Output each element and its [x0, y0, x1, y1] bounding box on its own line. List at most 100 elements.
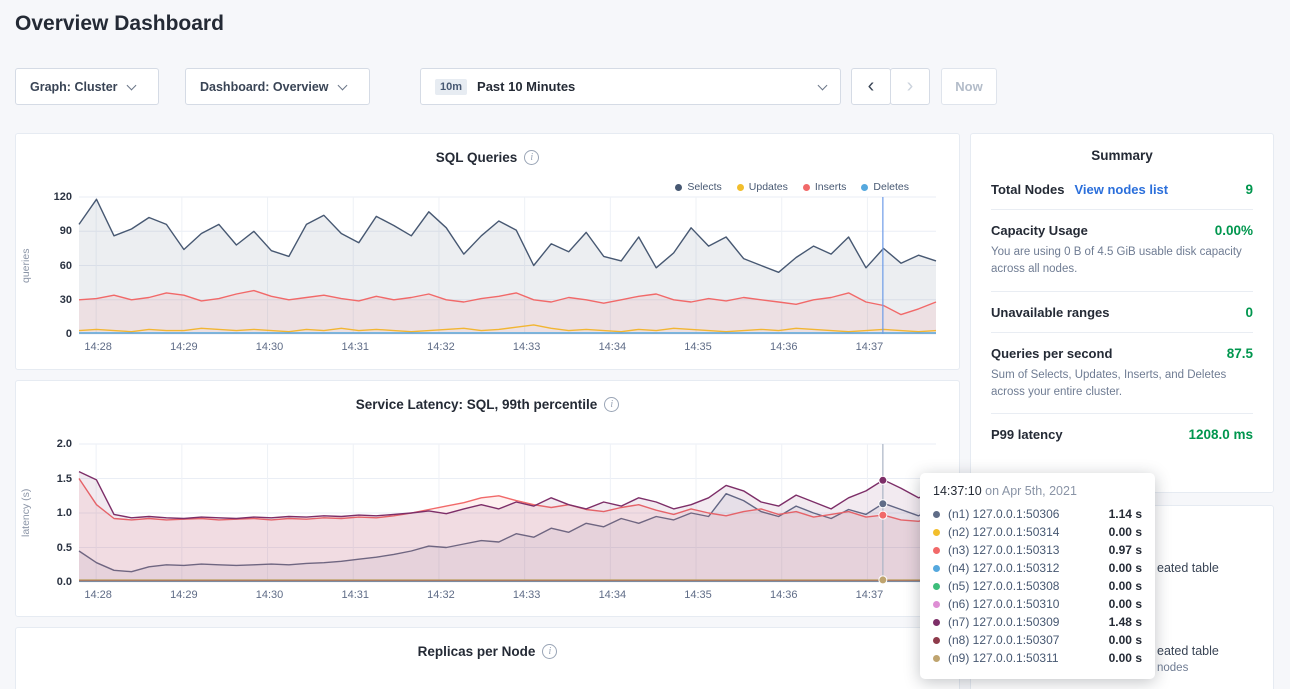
tooltip-node-value: 0.00 s: [1109, 651, 1142, 665]
tooltip-node-label: (n2) 127.0.0.1:50314: [948, 525, 1109, 539]
qps-subtext: Sum of Selects, Updates, Inserts, and De…: [991, 367, 1253, 402]
service-latency-plot[interactable]: [79, 444, 936, 582]
time-range-badge: 10m: [435, 79, 467, 95]
tooltip-node-value: 0.97 s: [1109, 543, 1142, 557]
summary-row-total-nodes: Total Nodes View nodes list 9: [991, 169, 1253, 210]
info-icon[interactable]: i: [524, 150, 539, 165]
chart-title: SQL Queries: [436, 150, 518, 165]
tooltip-node-label: (n6) 127.0.0.1:50310: [948, 597, 1109, 611]
graph-dropdown[interactable]: Graph: Cluster: [15, 68, 159, 105]
event-text-fragment: eated table: [1157, 561, 1219, 575]
tooltip-node-label: (n9) 127.0.0.1:50311: [948, 651, 1109, 665]
tooltip-node-value: 0.00 s: [1109, 561, 1142, 575]
series-dot-icon: [933, 511, 940, 518]
series-dot-icon: [933, 637, 940, 644]
x-axis-ticks: 14:2814:2914:3014:3114:3214:3314:3414:35…: [79, 589, 936, 605]
summary-row-qps: Queries per second 87.5 Sum of Selects, …: [991, 333, 1253, 415]
chart-title: Service Latency: SQL, 99th percentile: [356, 397, 598, 412]
series-dot-icon: [933, 583, 940, 590]
tooltip-row: (n1) 127.0.0.1:503061.14 s: [933, 505, 1142, 523]
qps-value: 87.5: [1227, 346, 1253, 361]
event-text-fragment: eated table: [1157, 644, 1219, 658]
tooltip-row: (n5) 127.0.0.1:503080.00 s: [933, 577, 1142, 595]
chart-title: Replicas per Node: [418, 644, 536, 659]
capacity-label: Capacity Usage: [991, 223, 1088, 238]
series-dot-icon: [933, 601, 940, 608]
tooltip-node-label: (n4) 127.0.0.1:50312: [948, 561, 1109, 575]
info-icon-glyph: i: [610, 399, 613, 410]
series-dot-icon: [933, 619, 940, 626]
replicas-per-node-chart-card: Replicas per Node i: [15, 627, 960, 689]
y-axis-ticks: 0.00.51.01.52.0: [34, 444, 72, 582]
y-axis-label: queries: [18, 197, 34, 334]
series-dot-icon: [933, 565, 940, 572]
chevron-down-icon: [337, 80, 347, 90]
tooltip-row: (n3) 127.0.0.1:503130.97 s: [933, 541, 1142, 559]
tooltip-row: (n8) 127.0.0.1:503070.00 s: [933, 631, 1142, 649]
info-icon-glyph: i: [549, 646, 552, 657]
tooltip-rows: (n1) 127.0.0.1:503061.14 s(n2) 127.0.0.1…: [933, 505, 1142, 667]
chart-header: Service Latency: SQL, 99th percentile i: [16, 397, 959, 412]
time-range-label: Past 10 Minutes: [477, 79, 575, 94]
chevron-right-icon: ›: [907, 75, 914, 98]
tooltip-node-label: (n5) 127.0.0.1:50308: [948, 579, 1109, 593]
tooltip-date-prefix: on: [985, 484, 999, 498]
tooltip-node-value: 0.00 s: [1109, 525, 1142, 539]
overview-dashboard-page: Overview Dashboard Graph: Cluster Dashbo…: [0, 0, 1290, 689]
unavailable-ranges-value: 0: [1245, 305, 1253, 320]
tooltip-row: (n9) 127.0.0.1:503110.00 s: [933, 649, 1142, 667]
info-icon[interactable]: i: [604, 397, 619, 412]
summary-row-capacity: Capacity Usage 0.00% You are using 0 B o…: [991, 210, 1253, 292]
summary-panel: Summary Total Nodes View nodes list 9 Ca…: [970, 133, 1274, 493]
page-title: Overview Dashboard: [15, 12, 224, 36]
x-axis-ticks: 14:2814:2914:3014:3114:3214:3314:3414:35…: [79, 341, 936, 357]
tooltip-node-value: 1.14 s: [1109, 507, 1142, 521]
tooltip-node-value: 0.00 s: [1109, 597, 1142, 611]
tooltip-row: (n4) 127.0.0.1:503120.00 s: [933, 559, 1142, 577]
event-text-fragment: nodes: [1157, 662, 1188, 674]
tooltip-row: (n2) 127.0.0.1:503140.00 s: [933, 523, 1142, 541]
legend-item: Deletes: [861, 181, 909, 193]
p99-latency-label: P99 latency: [991, 427, 1063, 442]
tooltip-node-value: 0.00 s: [1109, 633, 1142, 647]
total-nodes-label: Total Nodes: [991, 182, 1064, 197]
tooltip-row: (n7) 127.0.0.1:503091.48 s: [933, 613, 1142, 631]
tooltip-node-label: (n7) 127.0.0.1:50309: [948, 615, 1109, 629]
sql-queries-chart-card: SQL Queries i Selects Updates Inserts Delet…: [15, 133, 960, 370]
sql-queries-plot[interactable]: [79, 197, 936, 334]
info-icon[interactable]: i: [542, 644, 557, 659]
y-axis-ticks: 0306090120: [34, 197, 72, 334]
view-nodes-list-link[interactable]: View nodes list: [1074, 182, 1168, 197]
legend-item: Selects: [675, 181, 721, 193]
now-button[interactable]: Now: [941, 68, 997, 105]
info-icon-glyph: i: [530, 152, 533, 163]
graph-dropdown-label: Graph: Cluster: [30, 80, 118, 94]
tooltip-row: (n6) 127.0.0.1:503100.00 s: [933, 595, 1142, 613]
dashboard-dropdown-label: Dashboard: Overview: [200, 80, 329, 94]
chevron-down-icon: [126, 80, 136, 90]
time-prev-button[interactable]: ‹: [851, 68, 891, 105]
legend-dot-icon: [737, 184, 744, 191]
series-dot-icon: [933, 547, 940, 554]
chevron-left-icon: ‹: [868, 75, 875, 98]
capacity-value: 0.00%: [1215, 223, 1253, 238]
dashboard-dropdown[interactable]: Dashboard: Overview: [185, 68, 370, 105]
legend-item: Inserts: [803, 181, 847, 193]
legend-item: Updates: [737, 181, 788, 193]
series-dot-icon: [933, 655, 940, 662]
service-latency-chart-card: Service Latency: SQL, 99th percentile i …: [15, 380, 960, 617]
chart-legend: Selects Updates Inserts Deletes: [675, 181, 909, 193]
capacity-subtext: You are using 0 B of 4.5 GiB usable disk…: [991, 244, 1253, 279]
summary-row-unavailable-ranges: Unavailable ranges 0: [991, 292, 1253, 333]
tooltip-node-value: 1.48 s: [1109, 615, 1142, 629]
time-range-picker[interactable]: 10m Past 10 Minutes: [420, 68, 841, 105]
tooltip-date: Apr 5th, 2021: [1002, 484, 1077, 498]
tooltip-node-label: (n8) 127.0.0.1:50307: [948, 633, 1109, 647]
time-next-button[interactable]: ›: [890, 68, 930, 105]
now-button-label: Now: [955, 79, 982, 94]
chart-header: Replicas per Node i: [16, 644, 959, 659]
chevron-down-icon: [818, 80, 828, 90]
chart-header: SQL Queries i: [16, 150, 959, 165]
tooltip-node-label: (n3) 127.0.0.1:50313: [948, 543, 1109, 557]
qps-label: Queries per second: [991, 346, 1112, 361]
